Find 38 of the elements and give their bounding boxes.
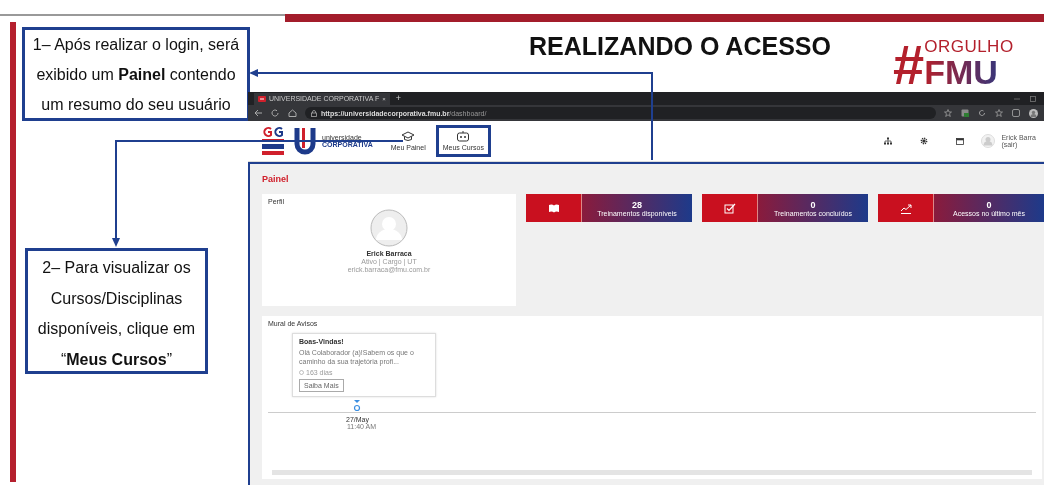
clock-icon [299,370,304,376]
star-icon [995,109,1003,117]
logo-drawing [262,126,284,156]
maximize-icon [1030,95,1036,102]
calendar-icon [956,137,965,145]
sitemap-icon [884,137,893,145]
avatar-icon [1029,108,1038,118]
stat-value: 0 [986,199,992,210]
avatar-icon [370,209,408,247]
callout-text: 2– Para visualizar os Cursos/Disciplinas disponíveis, clique em “Meus Cursos” [25,248,208,374]
book-icon [547,202,560,214]
back-icon [254,109,263,117]
favicon-icon [258,95,266,102]
refresh-icon [978,109,986,117]
star-icon [944,109,952,117]
page-title: Painel [262,174,290,184]
logo-text: ORGULHO [924,38,1014,55]
scrollbar[interactable] [272,470,1032,475]
home-icon [288,109,297,117]
trend-chart-icon [899,202,912,214]
checkbox-icon [723,202,736,214]
avatar-icon [981,134,996,148]
timeline-marker-icon [353,400,361,413]
stat-value: 0 [810,199,816,210]
square-icon [1012,109,1020,117]
lock-icon [311,109,317,117]
new-tab-button[interactable]: + [395,94,401,103]
refresh-icon [271,109,280,117]
callout-text: 1– Após realizar o login, será exibido um Painel contendo um resumo do seu usuário [22,27,250,121]
settings-icon [920,137,929,145]
stat-value: 28 [632,199,642,210]
slide-title: REALIZANDO O ACESSO [528,32,832,61]
graduation-cap-icon [401,131,416,142]
u-logo-icon [294,126,316,156]
minimize-icon [1014,95,1020,102]
logo-hash: # [893,41,925,89]
robot-icon [456,131,471,142]
extension-icon [961,109,969,117]
